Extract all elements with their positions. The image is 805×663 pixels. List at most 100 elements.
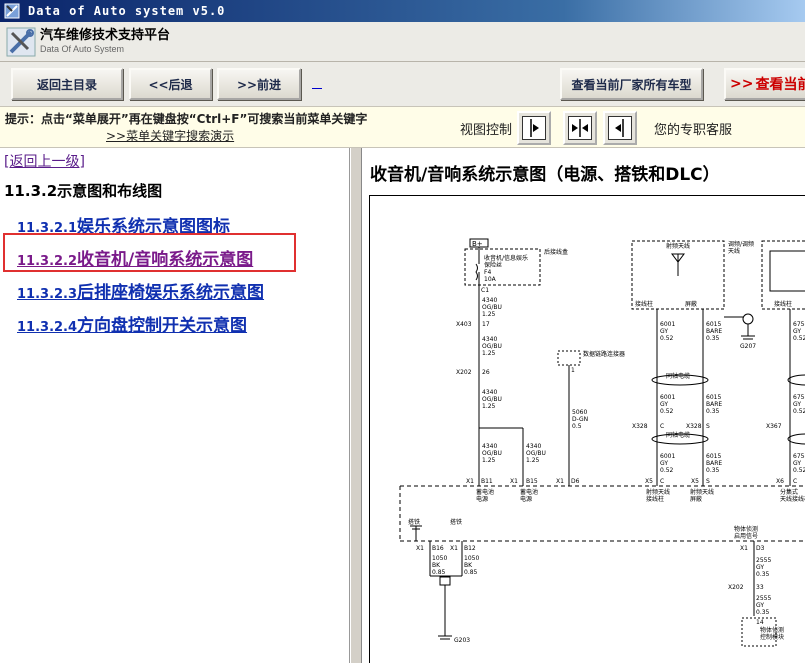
svg-text:1.25: 1.25: [482, 457, 496, 464]
svg-text:2555: 2555: [756, 557, 771, 564]
blank-link[interactable]: [312, 88, 322, 89]
svg-text:X5: X5: [645, 478, 653, 485]
svg-text:同轴电缆: 同轴电缆: [666, 431, 690, 439]
svg-text:2555: 2555: [756, 595, 771, 602]
svg-text:GY: GY: [756, 564, 764, 571]
svg-text:10A: 10A: [484, 276, 497, 283]
svg-text:X328: X328: [632, 423, 648, 430]
svg-text:C1: C1: [481, 287, 489, 294]
svg-text:0.5: 0.5: [572, 423, 582, 430]
svg-text:X1: X1: [556, 478, 564, 485]
svg-text:OG/BU: OG/BU: [482, 450, 502, 457]
tools-logo-icon: [6, 27, 36, 57]
svg-text:启用信号: 启用信号: [734, 532, 758, 540]
svg-text:BARE: BARE: [706, 328, 722, 335]
view-collapse-button[interactable]: [603, 111, 637, 145]
svg-text:0.85: 0.85: [464, 569, 478, 576]
svg-text:0.52: 0.52: [793, 408, 805, 415]
svg-text:26: 26: [482, 369, 490, 376]
svg-text:OG/BU: OG/BU: [482, 304, 502, 311]
view-all-models-button[interactable]: 查看当前厂家所有车型: [560, 68, 703, 100]
split-arrows-icon: [568, 116, 592, 140]
svg-text:X202: X202: [728, 584, 744, 591]
panel-splitter[interactable]: [350, 148, 362, 663]
svg-text:S: S: [706, 423, 710, 430]
svg-text:射频天线: 射频天线: [690, 488, 714, 496]
svg-text:BARE: BARE: [706, 401, 722, 408]
svg-text:X1: X1: [450, 545, 458, 552]
selection-highlight: [3, 233, 296, 272]
svg-text:控制模块: 控制模块: [760, 633, 784, 641]
wiring-diagram-svg: B+ 后接线盒 收音机/信息娱乐 保险丝 F4 10A C1 4340 OG/B…: [399, 238, 805, 647]
svg-text:蓄电池: 蓄电池: [520, 488, 538, 496]
svg-text:接线柱: 接线柱: [635, 300, 653, 308]
svg-text:接线柱: 接线柱: [774, 300, 792, 308]
svg-text:X1: X1: [416, 545, 424, 552]
svg-text:调频/调频: 调频/调频: [728, 240, 754, 248]
svg-text:0.52: 0.52: [793, 335, 805, 342]
svg-text:0.52: 0.52: [660, 335, 674, 342]
svg-text:0.35: 0.35: [756, 571, 770, 578]
svg-text:X1: X1: [466, 478, 474, 485]
svg-text:B+: B+: [472, 240, 483, 248]
svg-text:搭铁: 搭铁: [450, 518, 462, 526]
svg-text:C: C: [793, 478, 797, 485]
svg-text:6758: 6758: [793, 453, 805, 460]
svg-text:保险丝: 保险丝: [484, 261, 502, 269]
nav-item-rear-seat-entertainment[interactable]: 11.3.2.3后排座椅娱乐系统示意图: [17, 278, 264, 303]
view-split-button[interactable]: [563, 111, 597, 145]
svg-text:33: 33: [756, 584, 764, 591]
svg-text:X403: X403: [456, 321, 472, 328]
svg-text:同轴电缆: 同轴电缆: [666, 372, 690, 380]
svg-text:BARE: BARE: [706, 460, 722, 467]
svg-text:B12: B12: [464, 545, 476, 552]
svg-text:0.52: 0.52: [660, 408, 674, 415]
wiring-diagram: B+ 后接线盒 收音机/信息娱乐 保险丝 F4 10A C1 4340 OG/B…: [369, 195, 805, 663]
svg-text:天线: 天线: [728, 247, 740, 255]
svg-text:X5: X5: [691, 478, 699, 485]
view-current-button[interactable]: >> 查看当前: [724, 68, 805, 100]
svg-text:分集式: 分集式: [780, 488, 798, 496]
svg-text:6758: 6758: [793, 394, 805, 401]
svg-text:4340: 4340: [482, 297, 497, 304]
svg-text:6001: 6001: [660, 394, 675, 401]
back-up-link[interactable]: [返回上一级]: [4, 151, 85, 171]
svg-text:17: 17: [482, 321, 490, 328]
svg-text:射频天线: 射频天线: [646, 488, 670, 496]
nav-panel: [返回上一级] 11.3.2示意图和布线图 11.3.2.1娱乐系统示意图图标 …: [0, 148, 350, 663]
svg-text:F4: F4: [484, 269, 491, 276]
back-button[interactable]: <<后退: [129, 68, 212, 100]
app-icon: [4, 3, 20, 19]
svg-text:5060: 5060: [572, 409, 587, 416]
nav-item-steering-wheel-controls[interactable]: 11.3.2.4方向盘控制开关示意图: [17, 311, 247, 336]
header-title-en: Data Of Auto System: [40, 43, 125, 54]
svg-text:OG/BU: OG/BU: [482, 343, 502, 350]
svg-text:屏蔽: 屏蔽: [685, 300, 697, 308]
svg-text:B11: B11: [481, 478, 493, 485]
svg-text:4340: 4340: [482, 336, 497, 343]
svg-text:1.25: 1.25: [482, 350, 496, 357]
svg-text:OG/BU: OG/BU: [526, 450, 546, 457]
svg-text:G207: G207: [740, 343, 756, 350]
svg-text:0.35: 0.35: [706, 335, 720, 342]
svg-text:0.52: 0.52: [660, 467, 674, 474]
svg-text:S: S: [706, 478, 710, 485]
svg-text:电源: 电源: [476, 495, 488, 503]
service-label: 您的专职客服: [654, 123, 733, 138]
svg-text:6001: 6001: [660, 453, 675, 460]
svg-text:BK: BK: [464, 562, 473, 569]
svg-text:GY: GY: [660, 401, 668, 408]
svg-text:GY: GY: [660, 328, 668, 335]
view-expand-button[interactable]: [517, 111, 551, 145]
svg-text:0.35: 0.35: [706, 408, 720, 415]
svg-text:6015: 6015: [706, 321, 721, 328]
forward-button[interactable]: >>前进: [217, 68, 301, 100]
diagram-title: 收音机/音响系统示意图（电源、搭铁和DLC）: [370, 165, 720, 185]
svg-text:X6: X6: [776, 478, 784, 485]
view-control-label: 视图控制: [460, 123, 513, 138]
hint-text: 提示：点击“菜单展开”再在键盘按“Ctrl+F”可搜索当前菜单关键字: [5, 112, 368, 126]
window-title: Data of Auto system v5.0: [28, 4, 226, 18]
svg-text:6758: 6758: [793, 321, 805, 328]
search-demo-link[interactable]: >>菜单关键字搜索演示: [106, 127, 234, 144]
back-main-button[interactable]: 返回主目录: [11, 68, 123, 100]
